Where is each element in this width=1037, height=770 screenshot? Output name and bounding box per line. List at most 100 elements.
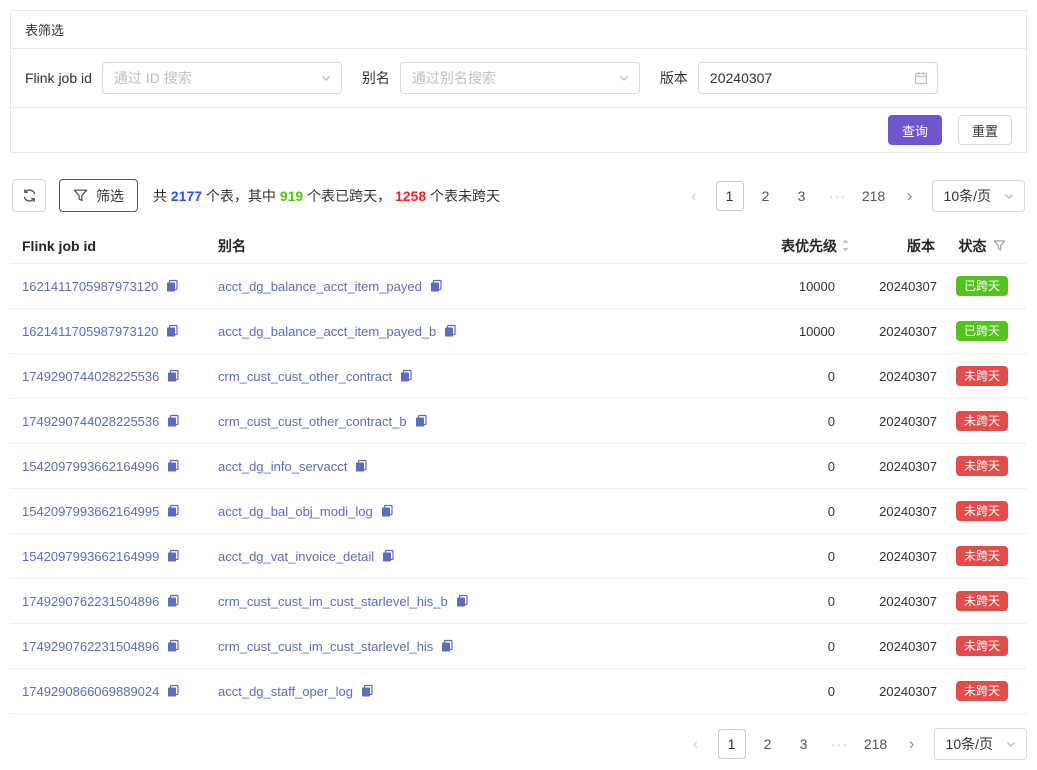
copy-icon[interactable] xyxy=(380,504,394,518)
priority-value: 0 xyxy=(681,639,851,654)
column-header-status: 状态 xyxy=(937,236,1027,256)
chevron-down-icon xyxy=(1005,738,1017,750)
copy-icon[interactable] xyxy=(166,504,180,518)
alias-link[interactable]: acct_dg_staff_oper_log xyxy=(218,684,353,699)
version-value: 20240307 xyxy=(851,324,937,339)
pagination-page-2[interactable]: 2 xyxy=(754,729,782,759)
pagination-prev-button[interactable]: ‹ xyxy=(682,729,710,759)
crossed-count: 919 xyxy=(280,188,303,204)
copy-icon[interactable] xyxy=(165,324,179,338)
copy-icon[interactable] xyxy=(166,369,180,383)
status-cell: 未跨天 xyxy=(937,591,1027,611)
page-size-select[interactable]: 10条/页 xyxy=(934,728,1027,760)
alias-link[interactable]: crm_cust_cust_other_contract xyxy=(218,369,392,384)
alias-cell: crm_cust_cust_other_contract_b xyxy=(206,414,681,429)
copy-icon[interactable] xyxy=(354,459,368,473)
copy-icon[interactable] xyxy=(399,369,413,383)
flink-job-id-link[interactable]: 1621411705987973120 xyxy=(22,279,158,294)
alias-link[interactable]: crm_cust_cust_other_contract_b xyxy=(218,414,407,429)
funnel-icon xyxy=(73,188,88,203)
alias-link[interactable]: acct_dg_bal_obj_modi_log xyxy=(218,504,373,519)
table-row: 1542097993662164995 acct_dg_bal_obj_modi… xyxy=(10,489,1027,534)
flink-job-id-select[interactable]: 通过 ID 搜索 xyxy=(102,62,342,94)
copy-icon[interactable] xyxy=(443,324,457,338)
flink-job-id-link[interactable]: 1542097993662164999 xyxy=(22,549,159,564)
alias-link[interactable]: acct_dg_balance_acct_item_payed xyxy=(218,279,422,294)
copy-icon[interactable] xyxy=(429,279,443,293)
copy-icon[interactable] xyxy=(166,594,180,608)
table-header: Flink job id 别名 表优先级 版本 状态 xyxy=(10,228,1027,264)
pagination-page-2[interactable]: 2 xyxy=(752,181,780,211)
total-count: 2177 xyxy=(171,188,202,204)
status-badge: 未跨天 xyxy=(956,501,1008,521)
flink-job-id-link[interactable]: 1749290744028225536 xyxy=(22,369,159,384)
copy-icon[interactable] xyxy=(166,639,180,653)
version-value: 20240307 xyxy=(851,414,937,429)
column-header-flink-job-id[interactable]: Flink job id xyxy=(10,238,206,254)
pagination-page-last[interactable]: 218 xyxy=(862,729,890,759)
alias-cell: crm_cust_cust_im_cust_starlevel_his xyxy=(206,639,681,654)
page-size-value: 10条/页 xyxy=(944,186,991,206)
copy-icon[interactable] xyxy=(381,549,395,563)
copy-icon[interactable] xyxy=(455,594,469,608)
flink-job-id-cell: 1749290762231504896 xyxy=(10,594,206,609)
alias-link[interactable]: acct_dg_vat_invoice_detail xyxy=(218,549,374,564)
column-header-alias[interactable]: 别名 xyxy=(206,236,681,256)
reset-button[interactable]: 重置 xyxy=(958,115,1012,145)
alias-link[interactable]: acct_dg_info_servacct xyxy=(218,459,347,474)
copy-icon[interactable] xyxy=(166,684,180,698)
flink-job-id-link[interactable]: 1749290762231504896 xyxy=(22,594,159,609)
flink-job-id-link[interactable]: 1621411705987973120 xyxy=(22,324,158,339)
flink-job-id-link[interactable]: 1749290866069889024 xyxy=(22,684,159,699)
page-size-select[interactable]: 10条/页 xyxy=(932,180,1025,212)
alias-link[interactable]: acct_dg_balance_acct_item_payed_b xyxy=(218,324,436,339)
flink-job-id-link[interactable]: 1749290762231504896 xyxy=(22,639,159,654)
filter-fields-row: Flink job id 通过 ID 搜索 别名 通过别名搜索 xyxy=(11,49,1026,108)
version-value: 20240307 xyxy=(851,504,937,519)
copy-icon[interactable] xyxy=(360,684,374,698)
alias-placeholder: 通过别名搜索 xyxy=(412,68,618,88)
copy-icon[interactable] xyxy=(414,414,428,428)
copy-icon[interactable] xyxy=(440,639,454,653)
alias-link[interactable]: crm_cust_cust_im_cust_starlevel_his_b xyxy=(218,594,448,609)
version-value: 20240307 xyxy=(851,369,937,384)
status-cell: 未跨天 xyxy=(937,456,1027,476)
version-label: 版本 xyxy=(660,68,688,88)
flink-job-id-link[interactable]: 1542097993662164995 xyxy=(22,504,159,519)
filter-funnel-icon[interactable] xyxy=(993,239,1006,252)
flink-job-id-link[interactable]: 1749290744028225536 xyxy=(22,414,159,429)
column-header-priority[interactable]: 表优先级 xyxy=(681,236,851,256)
pagination-page-3[interactable]: 3 xyxy=(790,729,818,759)
pagination-page-1[interactable]: 1 xyxy=(716,181,744,211)
status-cell: 已跨天 xyxy=(937,276,1027,296)
column-header-version: 版本 xyxy=(851,236,937,256)
pagination-page-last[interactable]: 218 xyxy=(860,181,888,211)
query-button[interactable]: 查询 xyxy=(888,115,942,145)
pagination-page-3[interactable]: 3 xyxy=(788,181,816,211)
flink-job-id-cell: 1542097993662164996 xyxy=(10,459,206,474)
copy-icon[interactable] xyxy=(165,279,179,293)
pagination-prev-button[interactable]: ‹ xyxy=(680,181,708,211)
version-date-picker[interactable] xyxy=(698,62,938,94)
page: 表筛选 Flink job id 通过 ID 搜索 别名 通过别名搜索 xyxy=(0,0,1037,770)
pagination-next-button[interactable]: › xyxy=(898,729,926,759)
alias-cell: crm_cust_cust_im_cust_starlevel_his_b xyxy=(206,594,681,609)
alias-link[interactable]: crm_cust_cust_im_cust_starlevel_his xyxy=(218,639,433,654)
copy-icon[interactable] xyxy=(166,549,180,563)
copy-icon[interactable] xyxy=(166,459,180,473)
pagination-page-1[interactable]: 1 xyxy=(718,729,746,759)
flink-job-id-placeholder: 通过 ID 搜索 xyxy=(114,68,320,88)
refresh-button[interactable] xyxy=(12,179,46,212)
priority-value: 0 xyxy=(681,549,851,564)
status-badge: 未跨天 xyxy=(956,681,1008,701)
pagination-next-button[interactable]: › xyxy=(896,181,924,211)
filter-button[interactable]: 筛选 xyxy=(59,179,138,212)
version-input[interactable] xyxy=(710,70,914,86)
alias-select[interactable]: 通过别名搜索 xyxy=(400,62,640,94)
copy-icon[interactable] xyxy=(166,414,180,428)
sort-icon[interactable] xyxy=(840,238,851,253)
flink-job-id-cell: 1749290762231504896 xyxy=(10,639,206,654)
table-row: 1749290744028225536 crm_cust_cust_other_… xyxy=(10,354,1027,399)
bottom-bar: ‹ 1 2 3 ··· 218 › 10条/页 xyxy=(10,728,1027,760)
flink-job-id-link[interactable]: 1542097993662164996 xyxy=(22,459,159,474)
